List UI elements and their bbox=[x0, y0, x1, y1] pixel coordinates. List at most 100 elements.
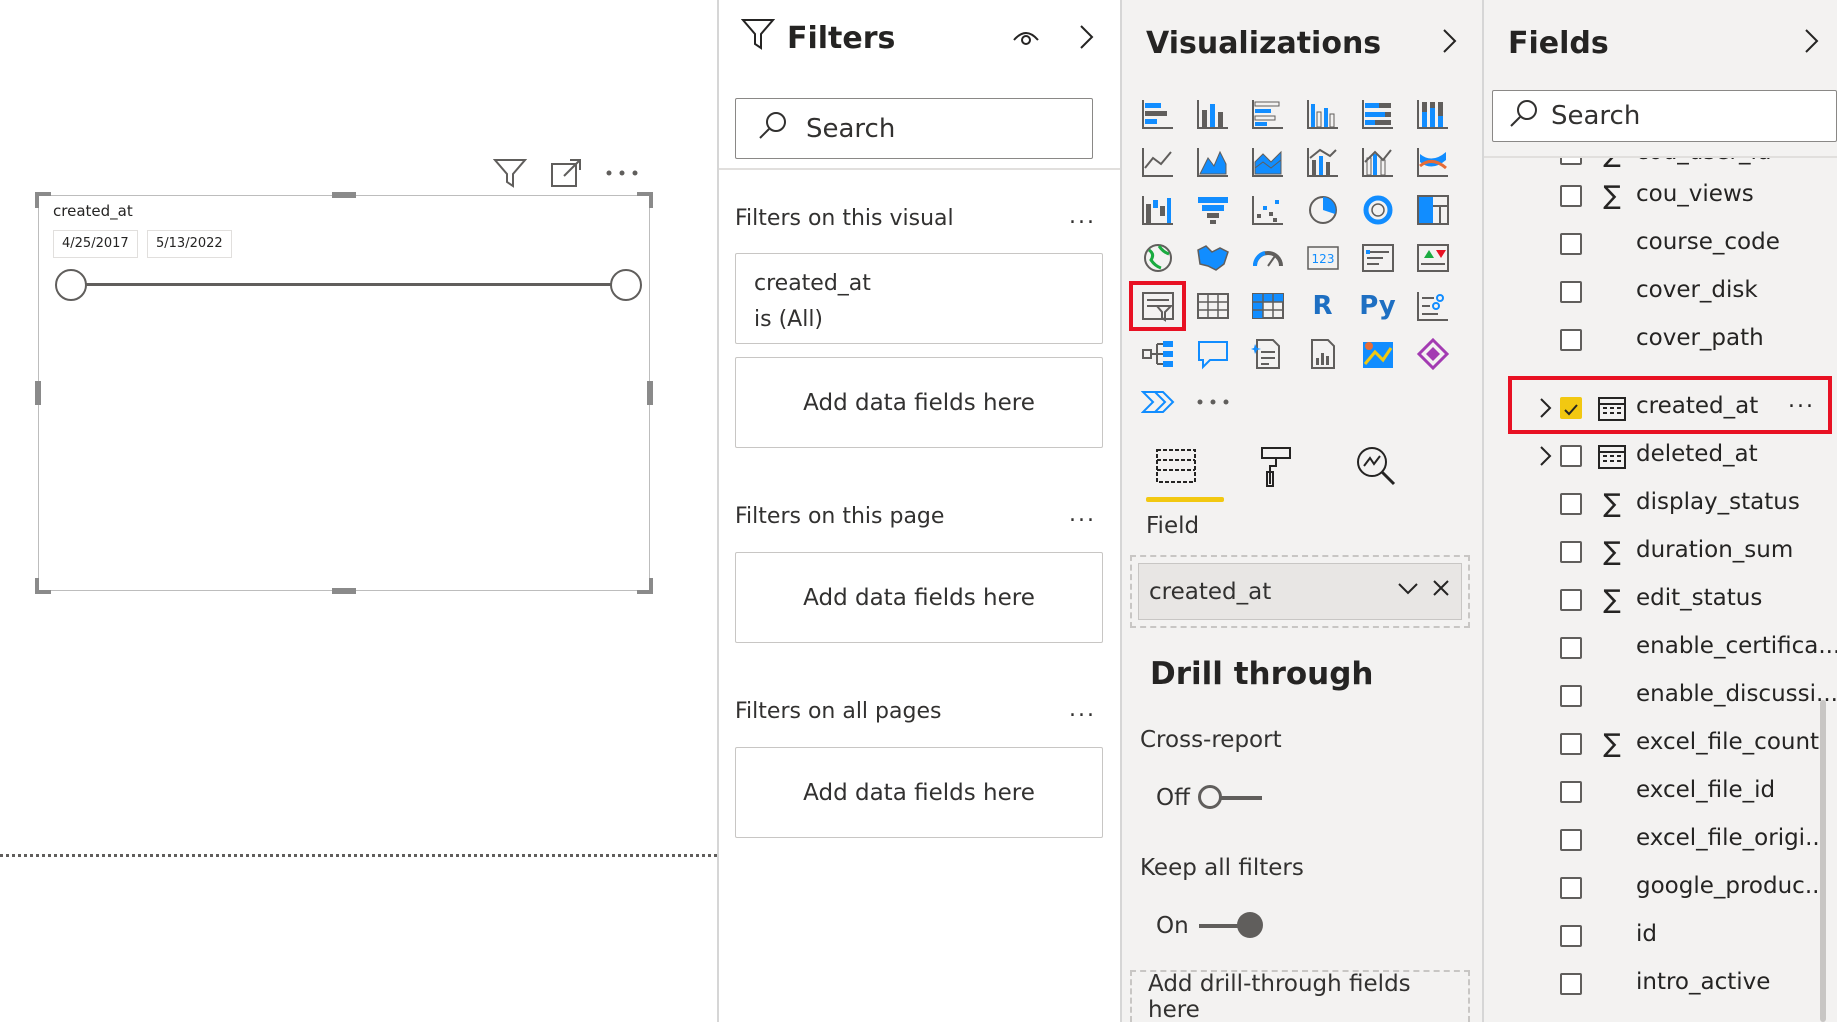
card-icon[interactable]: 123 bbox=[1295, 234, 1350, 282]
stacked-column-chart-icon[interactable] bbox=[1185, 90, 1240, 138]
field-row[interactable]: cover_disk bbox=[1484, 272, 1824, 312]
field-row[interactable]: ∑ edit_status bbox=[1484, 580, 1824, 620]
qa-visual-icon[interactable] bbox=[1185, 330, 1240, 378]
funnel-chart-icon[interactable] bbox=[1185, 186, 1240, 234]
field-checkbox[interactable] bbox=[1560, 685, 1582, 707]
fields-search-input[interactable]: Search bbox=[1492, 90, 1837, 142]
drill-through-well[interactable]: Add drill-through fields here bbox=[1130, 970, 1470, 1022]
r-script-visual-icon[interactable]: R bbox=[1295, 282, 1350, 330]
field-row[interactable]: course_code bbox=[1484, 224, 1824, 264]
field-checkbox[interactable] bbox=[1560, 733, 1582, 755]
line-and-stacked-column-icon[interactable] bbox=[1295, 138, 1350, 186]
field-checkbox[interactable] bbox=[1560, 637, 1582, 659]
field-pill-created-at[interactable]: created_at bbox=[1138, 563, 1462, 620]
field-checkbox[interactable] bbox=[1560, 781, 1582, 803]
report-canvas[interactable]: created_at 4/25/2017 5/13/2022 bbox=[0, 0, 717, 1022]
fields-scrollbar[interactable] bbox=[1820, 700, 1826, 1022]
line-and-clustered-column-icon[interactable] bbox=[1350, 138, 1405, 186]
resize-handle-top-left[interactable] bbox=[35, 192, 51, 208]
filter-card-created-at[interactable]: created_at is (All) bbox=[735, 253, 1103, 344]
key-influencers-icon[interactable] bbox=[1405, 282, 1460, 330]
toggle-track[interactable] bbox=[1197, 785, 1262, 809]
matrix-icon[interactable] bbox=[1240, 282, 1295, 330]
chevron-right-icon[interactable] bbox=[1802, 26, 1822, 60]
field-list[interactable]: ∑ cou_user_id ∑ cou_views course_code co… bbox=[1484, 158, 1837, 1022]
toggle-track[interactable] bbox=[1198, 912, 1263, 938]
field-checkbox[interactable] bbox=[1560, 493, 1582, 515]
filters-on-visual-more-button[interactable]: ... bbox=[1069, 204, 1096, 229]
python-visual-icon[interactable]: Py bbox=[1350, 282, 1405, 330]
map-icon[interactable] bbox=[1130, 234, 1185, 282]
resize-handle-top-right[interactable] bbox=[637, 192, 653, 208]
chevron-right-icon[interactable] bbox=[1077, 22, 1097, 56]
resize-handle-left[interactable] bbox=[35, 381, 41, 405]
100-stacked-bar-chart-icon[interactable] bbox=[1350, 90, 1405, 138]
toggle-knob[interactable] bbox=[1236, 912, 1263, 938]
ribbon-chart-icon[interactable] bbox=[1405, 138, 1460, 186]
field-checkbox[interactable] bbox=[1560, 158, 1582, 165]
field-row[interactable]: intro_active bbox=[1484, 964, 1824, 1004]
field-row[interactable]: enable_discussi... bbox=[1484, 676, 1837, 716]
tab-format-visual[interactable] bbox=[1246, 436, 1306, 496]
pie-chart-icon[interactable] bbox=[1295, 186, 1350, 234]
kpi-icon[interactable] bbox=[1405, 234, 1460, 282]
donut-chart-icon[interactable] bbox=[1350, 186, 1405, 234]
field-row[interactable]: excel_file_id bbox=[1484, 772, 1824, 812]
tab-fields-well[interactable] bbox=[1146, 436, 1224, 502]
field-row[interactable]: google_produc... bbox=[1484, 868, 1827, 908]
chevron-right-icon[interactable] bbox=[1440, 26, 1460, 60]
field-checkbox[interactable] bbox=[1560, 233, 1582, 255]
slicer-icon[interactable] bbox=[1129, 281, 1186, 331]
field-checkbox[interactable] bbox=[1560, 541, 1582, 563]
keep-all-filters-toggle[interactable]: On bbox=[1156, 912, 1263, 939]
field-row[interactable]: ∑ display_status bbox=[1484, 484, 1824, 524]
power-apps-icon[interactable] bbox=[1405, 330, 1460, 378]
field-row[interactable]: id bbox=[1484, 916, 1824, 956]
field-row[interactable]: excel_file_origi... bbox=[1484, 820, 1827, 860]
visual-add-fields-well[interactable]: Add data fields here bbox=[735, 357, 1103, 448]
chevron-right-icon[interactable] bbox=[1538, 444, 1554, 474]
field-row[interactable]: ∑ cou_user_id bbox=[1484, 158, 1824, 174]
field-checkbox[interactable] bbox=[1560, 925, 1582, 947]
date-slicer-visual[interactable]: created_at 4/25/2017 5/13/2022 bbox=[35, 192, 653, 594]
filters-on-all-pages-more-button[interactable]: ... bbox=[1069, 697, 1096, 722]
page-add-fields-well[interactable]: Add data fields here bbox=[735, 552, 1103, 643]
field-checkbox[interactable] bbox=[1560, 829, 1582, 851]
area-chart-icon[interactable] bbox=[1185, 138, 1240, 186]
field-row[interactable]: ∑ duration_sum bbox=[1484, 532, 1824, 572]
field-checkbox[interactable] bbox=[1560, 281, 1582, 303]
slicer-end-date-input[interactable]: 5/13/2022 bbox=[147, 230, 232, 258]
cross-report-toggle[interactable]: Off bbox=[1156, 785, 1262, 811]
field-checkbox[interactable] bbox=[1560, 185, 1582, 207]
field-row[interactable]: ∑ cou_views bbox=[1484, 176, 1824, 216]
resize-handle-bottom-right[interactable] bbox=[637, 578, 653, 594]
tab-analytics[interactable] bbox=[1346, 436, 1406, 496]
field-row[interactable]: enable_certifica... bbox=[1484, 628, 1837, 668]
more-visuals-icon[interactable] bbox=[1185, 378, 1240, 426]
gauge-icon[interactable] bbox=[1240, 234, 1295, 282]
slicer-start-date-input[interactable]: 4/25/2017 bbox=[53, 230, 138, 258]
chevron-down-icon[interactable] bbox=[1397, 578, 1419, 600]
field-row[interactable]: ∑ excel_file_count bbox=[1484, 724, 1824, 764]
stacked-area-chart-icon[interactable] bbox=[1240, 138, 1295, 186]
smart-narrative-icon[interactable] bbox=[1240, 330, 1295, 378]
field-row[interactable]: deleted_at bbox=[1484, 436, 1824, 476]
field-well[interactable]: created_at bbox=[1130, 555, 1470, 628]
field-checkbox[interactable] bbox=[1560, 973, 1582, 995]
azure-map-icon[interactable] bbox=[1350, 330, 1405, 378]
filters-search-input[interactable]: Search bbox=[735, 98, 1093, 159]
toggle-knob[interactable] bbox=[1197, 785, 1222, 809]
multi-row-card-icon[interactable] bbox=[1350, 234, 1405, 282]
table-icon[interactable] bbox=[1185, 282, 1240, 330]
resize-handle-right[interactable] bbox=[647, 381, 653, 405]
close-icon[interactable] bbox=[1431, 578, 1451, 598]
filters-on-page-more-button[interactable]: ... bbox=[1069, 502, 1096, 527]
field-checkbox[interactable] bbox=[1560, 329, 1582, 351]
field-checkbox[interactable] bbox=[1560, 445, 1582, 467]
clustered-bar-chart-icon[interactable] bbox=[1240, 90, 1295, 138]
focus-mode-icon[interactable] bbox=[548, 155, 584, 191]
resize-handle-bottom[interactable] bbox=[332, 588, 356, 594]
decomposition-tree-icon[interactable] bbox=[1130, 330, 1185, 378]
scatter-chart-icon[interactable] bbox=[1240, 186, 1295, 234]
stacked-bar-chart-icon[interactable] bbox=[1130, 90, 1185, 138]
